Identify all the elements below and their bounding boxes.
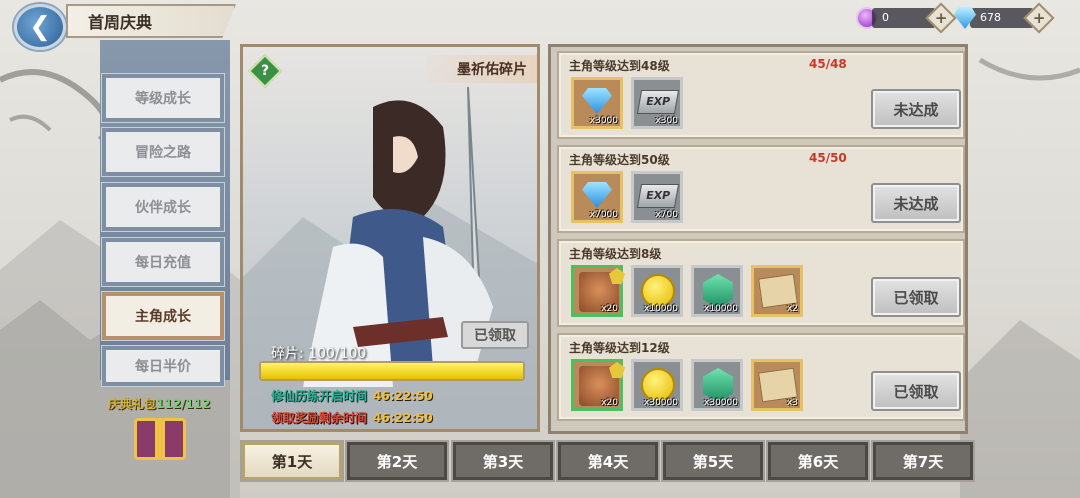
fragment-progress-bar — [259, 361, 525, 381]
sidebar-item-label: 伙伴成长 — [135, 200, 191, 216]
resource-diamond: 678 + — [954, 2, 1055, 34]
task-progress: 45/50 — [809, 151, 847, 165]
page-title: 首周庆典 — [66, 4, 236, 38]
gift-pack-label: 庆典礼包112/112 — [108, 395, 211, 412]
reward-hero-face[interactable]: x20 — [571, 265, 623, 317]
reward-exp[interactable]: EXP x700 — [631, 171, 683, 223]
sidebar-item-label: 每日充值 — [135, 255, 191, 271]
sidebar-item-level-growth[interactable]: 等级成长 — [101, 73, 225, 123]
gift-pack-count: 112/112 — [156, 397, 211, 411]
task-title: 主角等级达到8级 — [569, 247, 662, 261]
task-status-button[interactable]: 未达成 — [871, 89, 961, 129]
reward-scroll[interactable]: x2 — [751, 265, 803, 317]
reward-coin[interactable]: x10000 — [631, 265, 683, 317]
task-row: 主角等级达到50级 45/50 x7000 EXP x700 未达成 — [557, 145, 965, 233]
back-arrow-icon: ❮ — [29, 12, 51, 42]
task-title: 主角等级达到12级 — [569, 341, 670, 355]
task-title: 主角等级达到50级 — [569, 153, 670, 167]
tab-day-5[interactable]: 第5天 — [661, 440, 765, 482]
task-title: 主角等级达到48级 — [569, 59, 670, 73]
reward-coin[interactable]: x30000 — [631, 359, 683, 411]
coin-icon — [641, 274, 675, 308]
reward-hero-face[interactable]: x20 — [571, 359, 623, 411]
timer-value: 46:22:50 — [373, 411, 433, 425]
exp-icon: EXP — [636, 90, 680, 114]
exp-icon: EXP — [636, 184, 680, 208]
tab-day-1[interactable]: 第1天 — [240, 440, 344, 482]
reward-count: x3 — [786, 398, 798, 408]
diamond-icon — [582, 88, 612, 114]
gift-chest-icon[interactable] — [134, 418, 186, 460]
jade-icon — [703, 274, 733, 308]
reward-count: x20 — [601, 398, 618, 408]
reward-count: x700 — [655, 210, 678, 220]
sidebar-item-label: 每日半价 — [135, 359, 191, 375]
reward-count: x300 — [655, 116, 678, 126]
page-title-text: 首周庆典 — [88, 13, 153, 32]
reward-scroll[interactable]: x3 — [751, 359, 803, 411]
coin-icon — [641, 368, 675, 402]
timer-label: 领取奖励剩余时间 — [271, 411, 368, 425]
sidebar-item-daily-half-price[interactable]: 每日半价 — [101, 345, 225, 387]
reward-exp[interactable]: EXP x300 — [631, 77, 683, 129]
hero-card: ? 墨祈佑碎片 已领取 碎片: 100/100 修仙历练开启时间 46:22:50… — [240, 44, 540, 432]
tab-day-6[interactable]: 第6天 — [766, 440, 870, 482]
task-row: 主角等级达到48级 45/48 x3000 EXP x300 未达成 — [557, 51, 965, 139]
reward-count: x3000 — [589, 116, 618, 126]
tab-day-3[interactable]: 第3天 — [451, 440, 555, 482]
reward-count: x30000 — [644, 398, 678, 408]
sidebar-item-label: 等级成长 — [135, 91, 191, 107]
task-row: 主角等级达到12级 x20 x30000 x30000 x3 已领取 — [557, 333, 965, 421]
sidebar-item-label: 主角成长 — [135, 309, 191, 325]
tab-day-2[interactable]: 第2天 — [345, 440, 449, 482]
plus-icon: + — [934, 8, 948, 27]
sidebar-item-adventure[interactable]: 冒险之路 — [101, 127, 225, 177]
fragment-progress-fill — [261, 363, 523, 379]
sidebar-item-partner-growth[interactable]: 伙伴成长 — [101, 182, 225, 232]
tab-day-7[interactable]: 第7天 — [871, 440, 975, 482]
reward-jade[interactable]: x30000 — [691, 359, 743, 411]
resource-orb: 0 + — [856, 2, 957, 34]
reward-count: x7000 — [589, 210, 618, 220]
back-button[interactable]: ❮ — [14, 4, 66, 50]
sidebar-item-daily-recharge[interactable]: 每日充值 — [101, 237, 225, 287]
fragment-count-label: 碎片: 100/100 — [271, 346, 367, 362]
reward-remaining-timer: 领取奖励剩余时间 46:22:50 — [271, 409, 433, 426]
sidebar-item-label: 冒险之路 — [135, 145, 191, 161]
reward-count: x10000 — [644, 304, 678, 314]
hero-claimed-button[interactable]: 已领取 — [461, 321, 529, 349]
reward-count: x20 — [601, 304, 618, 314]
task-row: 主角等级达到8级 x20 x10000 x10000 x2 已领取 — [557, 239, 965, 327]
timer-label: 修仙历练开启时间 — [271, 389, 368, 403]
task-status-button[interactable]: 未达成 — [871, 183, 961, 223]
task-list-panel: 主角等级达到48级 45/48 x3000 EXP x300 未达成 主角等级达到… — [548, 44, 968, 434]
task-status-button[interactable]: 已领取 — [871, 277, 961, 317]
reward-count: x10000 — [704, 304, 738, 314]
timer-value: 46:22:50 — [373, 389, 433, 403]
tab-day-4[interactable]: 第4天 — [556, 440, 660, 482]
reward-count: x2 — [786, 304, 798, 314]
hero-fragment-name: 墨祈佑碎片 — [427, 55, 537, 83]
task-status-button[interactable]: 已领取 — [871, 371, 961, 411]
diamond-icon — [582, 182, 612, 208]
jade-icon — [703, 368, 733, 402]
reward-jade[interactable]: x10000 — [691, 265, 743, 317]
reward-count: x30000 — [704, 398, 738, 408]
plus-icon: + — [1032, 8, 1046, 27]
task-progress: 45/48 — [809, 57, 847, 71]
reward-gem[interactable]: x7000 — [571, 171, 623, 223]
gift-pack-title: 庆典礼包 — [108, 397, 157, 411]
reward-gem[interactable]: x3000 — [571, 77, 623, 129]
sidebar-item-hero-growth[interactable]: 主角成长 — [101, 291, 225, 341]
training-open-timer: 修仙历练开启时间 46:22:50 — [271, 387, 433, 404]
